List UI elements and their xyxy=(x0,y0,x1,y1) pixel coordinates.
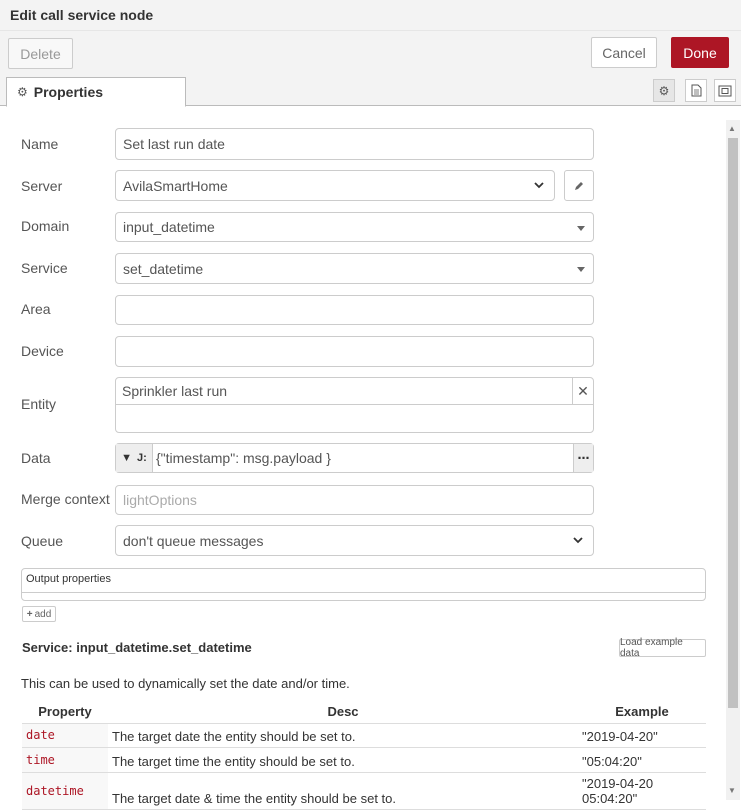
plus-icon: + xyxy=(26,608,33,620)
property-example: "05:04:20" xyxy=(578,747,706,773)
edit-server-button[interactable] xyxy=(564,170,594,201)
server-value: AvilaSmartHome xyxy=(123,177,228,194)
property-desc: The target date the entity should be set… xyxy=(108,723,578,748)
divider xyxy=(22,592,705,593)
merge-context-placeholder: lightOptions xyxy=(123,492,197,508)
tab-properties[interactable]: ⚙ Properties xyxy=(6,77,186,107)
domain-value: input_datetime xyxy=(123,219,215,235)
scroll-up-icon[interactable]: ▲ xyxy=(728,124,736,133)
delete-button[interactable]: Delete xyxy=(8,38,73,69)
caret-down-icon xyxy=(577,267,585,272)
tab-bar: ⚙ Properties ⚙ xyxy=(0,75,741,107)
area-label: Area xyxy=(21,301,51,317)
chevron-down-icon xyxy=(573,537,583,544)
entity-label: Entity xyxy=(21,396,57,412)
json-type-icon: J: xyxy=(137,452,147,464)
property-example: "2019-04-20 05:04:20" xyxy=(578,772,706,810)
property-example: "2019-04-20" xyxy=(578,723,706,748)
gear-icon: ⚙ xyxy=(17,85,28,99)
property-desc: The target date & time the entity should… xyxy=(108,772,578,810)
output-properties-list[interactable]: Output properties xyxy=(21,568,706,601)
queue-label: Queue xyxy=(21,533,64,549)
dialog-toolbar: Delete Cancel Done xyxy=(0,31,741,75)
service-title: Service: input_datetime.set_datetime xyxy=(22,640,252,655)
caret-down-icon xyxy=(577,226,585,231)
merge-context-input[interactable]: lightOptions xyxy=(115,485,594,515)
service-select[interactable]: set_datetime xyxy=(115,253,594,284)
device-label: Device xyxy=(21,343,64,359)
column-header-property: Property xyxy=(22,701,108,724)
column-header-example: Example xyxy=(578,701,706,724)
area-input[interactable] xyxy=(115,295,594,325)
name-value: Set last run date xyxy=(123,136,225,152)
data-type-selector[interactable]: ▼ J: xyxy=(116,444,153,472)
server-select[interactable]: AvilaSmartHome xyxy=(115,170,555,201)
done-button[interactable]: Done xyxy=(671,37,729,68)
remove-entity-icon[interactable]: ✕ xyxy=(572,378,593,405)
gear-icon[interactable]: ⚙ xyxy=(653,79,675,102)
device-input[interactable] xyxy=(115,336,594,367)
name-input[interactable]: Set last run date xyxy=(115,128,594,160)
caret-down-icon: ▼ xyxy=(121,452,133,464)
data-typed-input[interactable]: ▼ J: {"timestamp": msg.payload } ⋯ xyxy=(115,443,594,473)
data-label: Data xyxy=(21,450,51,466)
property-name: date xyxy=(22,723,108,748)
dialog-header: Edit call service node xyxy=(0,0,741,31)
queue-select[interactable]: don't queue messages xyxy=(115,525,594,556)
table-header-row: Property Desc Example xyxy=(22,701,706,724)
merge-context-label: Merge context xyxy=(21,491,110,507)
name-label: Name xyxy=(21,136,59,152)
service-description: This can be used to dynamically set the … xyxy=(21,676,350,691)
load-example-button[interactable]: Load example data xyxy=(619,637,706,659)
scrollbar-thumb[interactable] xyxy=(728,138,738,708)
chevron-down-icon xyxy=(534,182,544,189)
expand-editor-icon[interactable]: ⋯ xyxy=(573,444,593,472)
service-value: set_datetime xyxy=(123,260,204,277)
output-properties-label: Output properties xyxy=(26,573,111,585)
add-label: add xyxy=(34,608,52,620)
entity-value: Sprinkler last run xyxy=(122,383,228,399)
entity-chip: Sprinkler last run ✕ xyxy=(116,378,593,405)
scroll-down-icon[interactable]: ▼ xyxy=(728,786,736,795)
table-row: date The target date the entity should b… xyxy=(22,723,706,748)
column-header-desc: Desc xyxy=(108,701,578,724)
domain-label: Domain xyxy=(21,218,70,234)
dialog-title: Edit call service node xyxy=(10,7,154,23)
add-output-button[interactable]: + add xyxy=(22,606,56,622)
queue-value: don't queue messages xyxy=(123,532,264,549)
server-label: Server xyxy=(21,178,63,194)
service-fields-table: Property Desc Example date The target da… xyxy=(22,701,706,810)
table-row: datetime The target date & time the enti… xyxy=(22,772,706,810)
service-label: Service xyxy=(21,260,68,276)
property-desc: The target time the entity should be set… xyxy=(108,747,578,773)
data-value: {"timestamp": msg.payload } xyxy=(156,450,331,466)
frame-icon[interactable] xyxy=(714,79,736,102)
entity-input[interactable]: Sprinkler last run ✕ xyxy=(115,377,594,433)
property-name: time xyxy=(22,747,108,773)
pencil-icon xyxy=(575,181,583,190)
domain-select[interactable]: input_datetime xyxy=(115,212,594,242)
table-row: time The target time the entity should b… xyxy=(22,747,706,773)
property-name: datetime xyxy=(22,772,108,810)
tab-label: Properties xyxy=(33,84,104,100)
document-icon[interactable] xyxy=(685,79,707,102)
cancel-button[interactable]: Cancel xyxy=(591,37,657,68)
